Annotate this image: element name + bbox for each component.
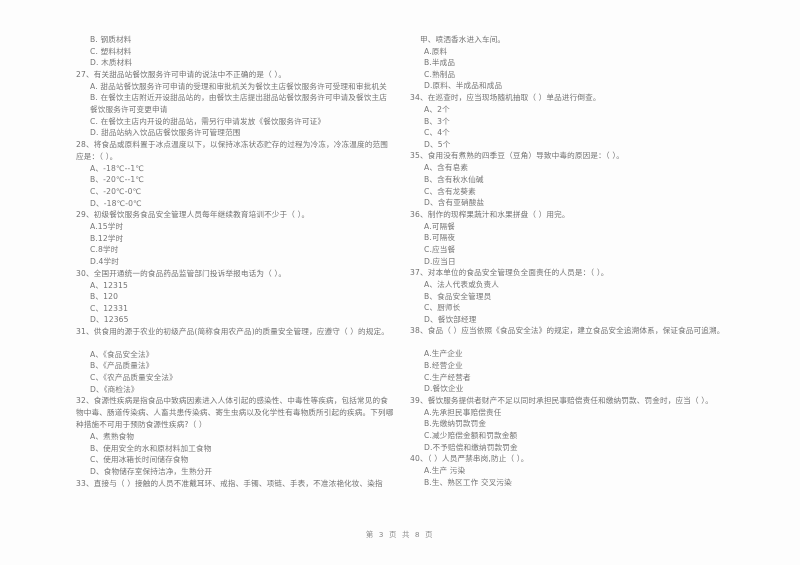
exam-page: B. 钢质材料 C. 塑料材料 D. 木质材料 27、有关甜品站餐饮服务许可申请… — [0, 0, 800, 565]
question-text: 40、（ ）人员严禁串岗,防止（ ）。 — [410, 454, 529, 464]
question-35: 35、食用没有煮熟的四季豆（豆角）导致中毒的原因是：（ ）。 A、含有皂素 B、… — [410, 150, 796, 208]
option-item: B.12学时 — [90, 233, 124, 243]
option-item: C、厨师长 — [424, 303, 461, 313]
question-30: 30、全国开通统一的食品药品监管部门投诉举报电话为（ ）。 A、12315 B、… — [76, 268, 394, 326]
option-item: A、《食品安全法》 — [90, 349, 154, 359]
question-text: 32、食源性疾病是指食品中致病因素进入人体引起的感染性、中毒性等疾病，包括常见的… — [76, 396, 394, 430]
question-31: 31、供食用的源于农业的初级产品(简称食用农产品)的质量安全管理，应遵守（ ）的… — [76, 326, 394, 395]
option-item: A.可隔餐 — [424, 221, 456, 231]
question-text: 28、将食品或原料置于冰点温度以下，以保持冰冻状态贮存的过程为冷冻，冷冻温度的范… — [76, 139, 388, 161]
option-item: D、含有亚硝酸盐 — [424, 198, 485, 208]
question-text: 38、食品（ ）应当依照《食品安全法》的规定，建立食品安全追溯体系，保证食品可追… — [410, 326, 725, 336]
option-item: A、煮熟食物 — [90, 432, 135, 442]
option-item: D、5个 — [424, 139, 451, 149]
question-text: 27、有关甜品站餐饮服务许可申请的说法中不正确的是（ ）。 — [76, 69, 287, 79]
question-32: 32、食源性疾病是指食品中致病因素进入人体引起的感染性、中毒性等疾病，包括常见的… — [76, 395, 394, 477]
question-28: 28、将食品或原料置于冰点温度以下，以保持冰冻状态贮存的过程为冷冻，冷冻温度的范… — [76, 139, 394, 209]
option-item: A.生产 污染 — [424, 466, 466, 476]
option-item: A.先承担民事赔偿责任 — [424, 407, 502, 417]
option-item: B.经营企业 — [424, 361, 463, 371]
option-item: B.半成品 — [424, 58, 456, 68]
option-item: D.不予赔偿和缴纳罚款罚金 — [424, 442, 518, 452]
option-item: C.熟制品 — [424, 69, 456, 79]
option-item: C、12331 — [90, 303, 129, 313]
option-item: D.应当日 — [424, 256, 456, 266]
option-item: C、《农产品质量安全法》 — [90, 373, 177, 383]
option-item: B、-20℃--1℃ — [90, 175, 145, 185]
option-item: B、3个 — [424, 116, 450, 126]
option-item: C.减少赔偿金额和罚款金额 — [424, 431, 518, 441]
option-item: A.15学时 — [90, 222, 124, 232]
option-item: C. 塑料材料 — [90, 46, 132, 56]
question-37: 37、对本单位的食品安全管理负全面责任的人员是：（ ）。 A、法人代表或负责人 … — [410, 267, 796, 325]
right-column: 甲、喷洒香水进入车间。 A.原料 B.半成品 C.熟制品 D.原料、半成品和成品… — [400, 34, 800, 490]
option-item: A、2个 — [424, 104, 450, 114]
question-34: 34、在巡查时，应当现场随机抽取（ ）单品进行倒查。 A、2个 B、3个 C、4… — [410, 92, 796, 150]
option-item: B. 钢质材料 — [90, 35, 132, 44]
question-36: 36、制作的现榨果蔬汁和水果拼盘（ ）用完。 A.可隔餐 B.可隔夜 C.应当餐… — [410, 209, 796, 267]
option-item: D、《商检法》 — [90, 384, 139, 394]
option-item: C.生产经营者 — [424, 372, 471, 382]
question-text: 33、直接与（ ）接触的人员不准戴耳环、戒指、手镯、项链、手表，不准浓艳化妆、染… — [76, 478, 383, 488]
option-item: B、使用安全的水和原材料加工食物 — [90, 443, 212, 453]
option-item: D、餐饮部经理 — [424, 314, 477, 324]
question-text: 35、食用没有煮熟的四季豆（豆角）导致中毒的原因是：（ ）。 — [410, 151, 625, 161]
question-38: 38、食品（ ）应当依照《食品安全法》的规定，建立食品安全追溯体系，保证食品可追… — [410, 325, 796, 394]
option-item: A.原料 — [424, 46, 448, 56]
question-29: 29、初级餐饮服务食品安全管理人员每年继续教育培训不少于（ ）。 A.15学时 … — [76, 209, 394, 267]
option-item: C.应当餐 — [424, 244, 456, 254]
option-item: D、-18℃-0℃ — [90, 198, 142, 208]
option-item: A、含有皂素 — [424, 163, 469, 173]
option-item: D.4学时 — [90, 256, 120, 266]
option-item: C、含有龙葵素 — [424, 186, 476, 196]
question-40: 40、（ ）人员严禁串岗,防止（ ）。 A.生产 污染 B.生、熟区工作 交叉污… — [410, 453, 796, 488]
left-column: B. 钢质材料 C. 塑料材料 D. 木质材料 27、有关甜品站餐饮服务许可申请… — [0, 34, 400, 490]
page-columns: B. 钢质材料 C. 塑料材料 D. 木质材料 27、有关甜品站餐饮服务许可申请… — [0, 34, 800, 490]
continued-stem: 甲、喷洒香水进入车间。 — [420, 35, 506, 44]
option-item: C. 在餐饮主店内开设的甜品站，需另行申请发放《餐饮服务许可证》 — [90, 116, 326, 126]
option-item: B.生、熟区工作 交叉污染 — [424, 477, 512, 487]
option-item: C、4个 — [424, 128, 450, 138]
option-item: B.可隔夜 — [424, 233, 456, 243]
question-text: 29、初级餐饮服务食品安全管理人员每年继续教育培训不少于（ ）。 — [76, 210, 310, 220]
option-item: A、-18℃--1℃ — [90, 163, 145, 173]
question-text: 39、餐饮服务提供者财产不足以同时承担民事赔偿责任和缴纳罚款、罚金时，应当（ ）… — [410, 395, 713, 405]
question-text: 36、制作的现榨果蔬汁和水果拼盘（ ）用完。 — [410, 209, 570, 219]
option-item: C.8学时 — [90, 245, 119, 255]
option-item: D、食物储存室保持洁净，生熟分开 — [90, 467, 213, 477]
option-item: D、12365 — [90, 315, 129, 325]
option-item: C、使用冰箱长时间储存食物 — [90, 455, 189, 465]
option-item: A、12315 — [90, 280, 128, 290]
option-item: B、《产品质量法》 — [90, 361, 154, 371]
option-item: C、-20℃-0℃ — [90, 186, 142, 196]
option-item: A.生产企业 — [424, 349, 463, 359]
option-item: B. 在餐饮主店附近开设甜品站的，由餐饮主店提出甜品站餐饮服务许可申请及餐饮主店… — [90, 93, 388, 114]
option-item: B.先缴纳罚款罚金 — [424, 419, 487, 429]
question-text: 34、在巡查时，应当现场随机抽取（ ）单品进行倒查。 — [410, 92, 601, 102]
question-text: 37、对本单位的食品安全管理负全面责任的人员是：（ ）。 — [410, 268, 609, 278]
option-item: D.原料、半成品和成品 — [424, 81, 503, 91]
question-text: 30、全国开通统一的食品药品监管部门投诉举报电话为（ ）。 — [76, 268, 287, 278]
option-item: B、含有秋水仙碱 — [424, 174, 484, 184]
question-33: 33、直接与（ ）接触的人员不准戴耳环、戒指、手镯、项链、手表，不准浓艳化妆、染… — [76, 478, 394, 490]
question-text: 31、供食用的源于农业的初级产品(简称食用农产品)的质量安全管理，应遵守（ ）的… — [76, 326, 390, 336]
page-footer: 第 3 页 共 8 页 — [0, 529, 800, 540]
option-item: A、法人代表或负责人 — [424, 280, 500, 290]
option-item: D.餐饮企业 — [424, 384, 464, 394]
option-item: A. 甜品站餐饮服务许可申请的受理和审批机关为餐饮主店餐饮服务许可受理和审批机关 — [90, 81, 387, 91]
option-item: B、食品安全管理员 — [424, 291, 492, 301]
option-item: D. 甜品站纳入饮品店餐饮服务许可管理范围 — [90, 128, 241, 138]
option-item: D. 木质材料 — [90, 58, 133, 68]
footer-page-label: 第 3 页 共 8 页 — [365, 530, 435, 539]
option-item: B、120 — [90, 292, 119, 302]
question-39: 39、餐饮服务提供者财产不足以同时承担民事赔偿责任和缴纳罚款、罚金时，应当（ ）… — [410, 395, 796, 453]
question-27: 27、有关甜品站餐饮服务许可申请的说法中不正确的是（ ）。 A. 甜品站餐饮服务… — [76, 69, 394, 139]
